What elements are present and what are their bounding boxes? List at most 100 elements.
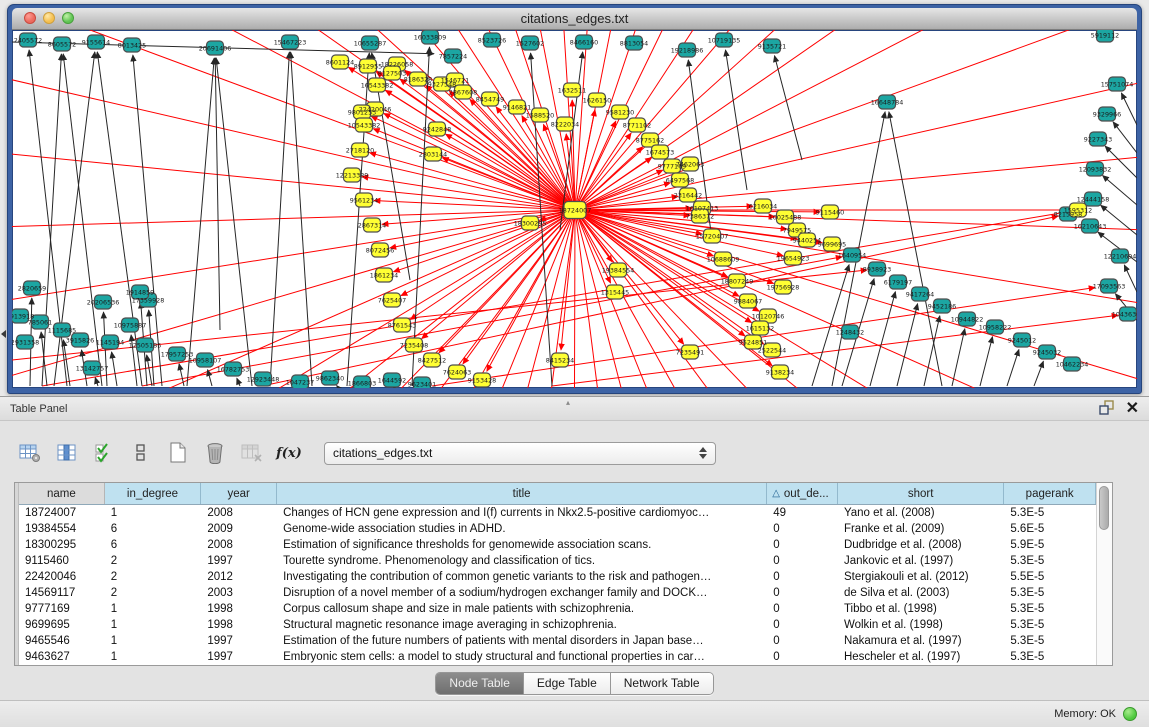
network-edge[interactable] [12, 30, 575, 210]
table-cell[interactable]: 5.5E-5 [1004, 569, 1096, 585]
merge-cells-button[interactable] [127, 439, 155, 467]
table-cell[interactable]: 49 [767, 505, 838, 521]
select-rows-button[interactable] [90, 439, 118, 467]
network-edge[interactable] [12, 30, 575, 210]
table-cell[interactable]: 1998 [201, 601, 277, 617]
network-edge[interactable] [575, 30, 675, 210]
table-cell[interactable]: 1 [105, 617, 202, 633]
column-header-year[interactable]: year [201, 483, 277, 504]
table-cell[interactable]: 9463627 [19, 649, 105, 665]
table-cell[interactable]: 5.3E-5 [1004, 553, 1096, 569]
table-cell[interactable]: Changes of HCN gene expression and I(f) … [277, 505, 767, 521]
table-cell[interactable]: 1997 [201, 633, 277, 649]
table-row[interactable]: 969969511998Structural magnetic resonanc… [19, 617, 1096, 633]
network-edge[interactable] [208, 370, 212, 386]
network-edge[interactable] [12, 30, 575, 210]
table-cell[interactable]: Corpus callosum shape and size in male p… [277, 601, 767, 617]
table-cell[interactable]: 0 [767, 585, 838, 601]
tab-network-table[interactable]: Network Table [611, 673, 713, 694]
delete-table-button[interactable] [201, 439, 229, 467]
network-edge[interactable] [575, 30, 1137, 210]
network-edge[interactable] [237, 378, 240, 386]
table-cell[interactable]: 2009 [201, 521, 277, 537]
table-cell[interactable]: de Silva et al. (2003) [838, 585, 1004, 601]
tab-edge-table[interactable]: Edge Table [524, 673, 611, 694]
table-selector-dropdown[interactable]: citations_edges.txt [324, 442, 716, 465]
table-cell[interactable]: Embryonic stem cells: a model to study s… [277, 649, 767, 665]
table-cell[interactable]: 6 [105, 537, 202, 553]
network-edge[interactable] [12, 30, 575, 210]
table-row[interactable]: 1872400712008Changes of HCN gene express… [19, 505, 1096, 521]
table-cell[interactable]: Tourette syndrome. Phenomenology and cla… [277, 553, 767, 569]
table-cell[interactable]: 2012 [201, 569, 277, 585]
table-cell[interactable]: 0 [767, 569, 838, 585]
network-edge[interactable] [575, 30, 1137, 210]
scrollbar-thumb[interactable] [1099, 486, 1109, 530]
table-cell[interactable]: 9115460 [19, 553, 105, 569]
table-cell[interactable]: 0 [767, 521, 838, 537]
table-cell[interactable]: 14569117 [19, 585, 105, 601]
table-row[interactable]: 1830029562008Estimation of significance … [19, 537, 1096, 553]
table-cell[interactable]: 1 [105, 601, 202, 617]
network-edge[interactable] [432, 288, 1095, 387]
close-panel-icon[interactable]: ✕ [1126, 401, 1139, 417]
table-cell[interactable]: Estimation of the future numbers of pati… [277, 633, 767, 649]
table-cell[interactable]: 1998 [201, 617, 277, 633]
table-cell[interactable]: 0 [767, 649, 838, 665]
table-cell[interactable]: 2008 [201, 505, 277, 521]
table-cell[interactable]: 0 [767, 633, 838, 649]
table-cell[interactable]: 5.3E-5 [1004, 585, 1096, 601]
network-edge[interactable] [12, 30, 575, 210]
table-cell[interactable]: 22420046 [19, 569, 105, 585]
table-cell[interactable]: Hescheler et al. (1997) [838, 649, 1004, 665]
network-edge[interactable] [112, 352, 117, 386]
table-cell[interactable]: 6 [105, 521, 202, 537]
table-cell[interactable]: 1 [105, 505, 202, 521]
table-cell[interactable]: 5.3E-5 [1004, 633, 1096, 649]
network-edge[interactable] [12, 30, 575, 210]
network-edge[interactable] [575, 30, 1137, 210]
network-edge[interactable] [291, 52, 312, 386]
network-edge[interactable] [952, 329, 965, 386]
table-cell[interactable]: 9777169 [19, 601, 105, 617]
table-cell[interactable]: Disruption of a novel member of a sodium… [277, 585, 767, 601]
network-edge[interactable] [1007, 350, 1019, 387]
table-cell[interactable]: 5.3E-5 [1004, 601, 1096, 617]
network-edge[interactable] [133, 55, 162, 386]
network-edge[interactable] [870, 292, 895, 386]
network-edge[interactable] [1121, 93, 1137, 125]
network-view[interactable]: 2405572860557291556148013425206914061546… [12, 30, 1137, 388]
table-cell[interactable]: 2 [105, 585, 202, 601]
table-cell[interactable]: 2 [105, 553, 202, 569]
table-settings-button[interactable] [16, 439, 44, 467]
table-cell[interactable]: 0 [767, 537, 838, 553]
table-cell[interactable]: Nakamura et al. (1997) [838, 633, 1004, 649]
table-row[interactable]: 1938455462009Genome-wide association stu… [19, 521, 1096, 537]
network-canvas[interactable]: 2405572860557291556148013425206914061546… [12, 30, 1137, 388]
network-edge[interactable] [12, 30, 575, 210]
table-scrollbar[interactable] [1096, 483, 1112, 665]
column-header-short[interactable]: short [838, 483, 1004, 504]
network-edge[interactable] [1113, 122, 1137, 153]
zoom-window-button[interactable] [62, 12, 74, 24]
table-cell[interactable]: 5.3E-5 [1004, 649, 1096, 665]
network-edge[interactable] [147, 355, 152, 386]
network-edge[interactable] [12, 62, 575, 210]
column-header-out-degree[interactable]: △ out_de... [767, 483, 838, 504]
table-cell[interactable]: 1997 [201, 553, 277, 569]
new-table-button[interactable] [164, 439, 192, 467]
table-cell[interactable]: 9465546 [19, 633, 105, 649]
table-cell[interactable]: 19384554 [19, 521, 105, 537]
select-columns-button[interactable] [53, 439, 81, 467]
network-edge[interactable] [575, 30, 1052, 210]
table-cell[interactable]: 5.3E-5 [1004, 505, 1096, 521]
network-edge[interactable] [726, 50, 748, 190]
network-edge[interactable] [215, 58, 220, 330]
table-row[interactable]: 977716911998Corpus callosum shape and si… [19, 601, 1096, 617]
network-edge[interactable] [980, 337, 993, 386]
table-cell[interactable]: 1 [105, 633, 202, 649]
table-row[interactable]: 2242004622012Investigating the contribut… [19, 569, 1096, 585]
network-edge[interactable] [1124, 265, 1137, 292]
column-header-name[interactable]: name [19, 483, 105, 504]
network-edge[interactable] [575, 30, 1137, 210]
